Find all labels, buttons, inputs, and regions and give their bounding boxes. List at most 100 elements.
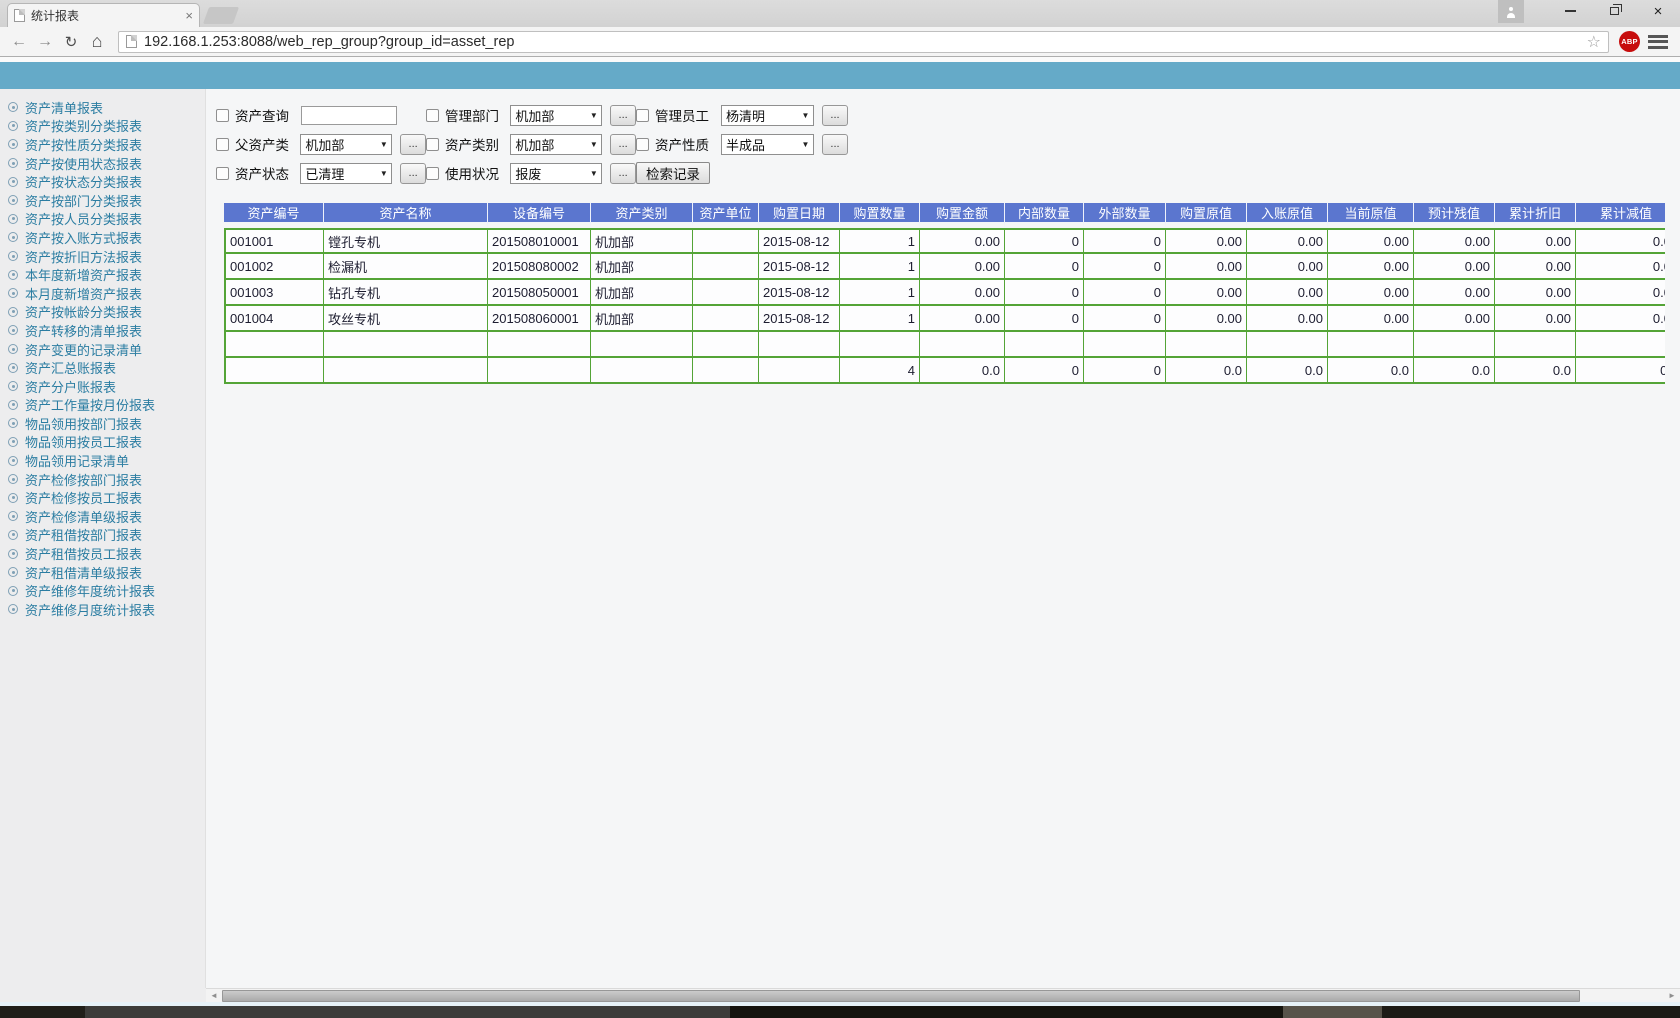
filter-checkbox[interactable] (216, 138, 229, 151)
more-button[interactable]: ... (822, 105, 848, 126)
table-cell: 001004 (224, 306, 324, 332)
table-row[interactable]: 001002检漏机201508080002机加部2015-08-1210.000… (224, 254, 1665, 280)
sidebar-item[interactable]: 资产按类别分类报表 (8, 117, 205, 136)
sidebar-item[interactable]: 资产汇总账报表 (8, 358, 205, 377)
horizontal-scrollbar[interactable]: ◄ ► (206, 988, 1680, 1002)
table-cell (1005, 332, 1084, 358)
browser-tab[interactable]: 统计报表 × (7, 3, 200, 27)
table-cell (1247, 332, 1328, 358)
sidebar-item[interactable]: 资产转移的清单报表 (8, 321, 205, 340)
more-button[interactable]: ... (610, 163, 636, 184)
sidebar-item[interactable]: 资产按入账方式报表 (8, 228, 205, 247)
sidebar-item[interactable]: 本月度新增资产报表 (8, 284, 205, 303)
column-header: 外部数量 (1084, 203, 1166, 228)
bookmark-star-icon[interactable]: ☆ (1587, 32, 1601, 52)
minimize-button[interactable] (1548, 0, 1592, 22)
scroll-right-arrow-icon[interactable]: ► (1664, 989, 1680, 1002)
tab-close-icon[interactable]: × (185, 9, 193, 22)
table-cell (693, 306, 759, 332)
sidebar-item[interactable]: 资产按帐龄分类报表 (8, 303, 205, 322)
filter-select[interactable]: 杨清明▼ (721, 105, 814, 126)
sidebar-item[interactable]: 资产工作量按月份报表 (8, 396, 205, 415)
asset-search-input[interactable] (301, 106, 397, 125)
table-cell: 0.00 (1247, 306, 1328, 332)
filter-select[interactable]: 机加部▼ (300, 134, 392, 155)
close-button[interactable]: × (1636, 0, 1680, 22)
sidebar-item[interactable]: 资产检修清单级报表 (8, 507, 205, 526)
restore-button[interactable] (1592, 0, 1636, 22)
scroll-left-arrow-icon[interactable]: ◄ (206, 989, 222, 1002)
sidebar-item[interactable]: 资产租借按员工报表 (8, 544, 205, 563)
table-row[interactable]: 001004攻丝专机201508060001机加部2015-08-1210.00… (224, 306, 1665, 332)
sidebar-item[interactable]: 资产清单报表 (8, 98, 205, 117)
column-header: 累计减值 (1576, 203, 1665, 228)
column-header: 购置金额 (920, 203, 1005, 228)
sidebar-item[interactable]: 物品领用按员工报表 (8, 433, 205, 452)
more-button[interactable]: ... (822, 134, 848, 155)
sidebar-item[interactable]: 资产按折旧方法报表 (8, 247, 205, 266)
sidebar-item[interactable]: 资产维修年度统计报表 (8, 581, 205, 600)
url-text[interactable]: 192.168.1.253:8088/web_rep_group?group_i… (144, 34, 1580, 50)
sidebar-item[interactable]: 资产变更的记录清单 (8, 340, 205, 359)
sidebar-item[interactable]: 物品领用记录清单 (8, 451, 205, 470)
filter-select-value: 半成品 (722, 135, 798, 154)
sidebar-item[interactable]: 资产按人员分类报表 (8, 210, 205, 229)
filter-select[interactable]: 已清理▼ (300, 163, 392, 184)
table-cell: 0.00 (1247, 228, 1328, 254)
more-button[interactable]: ... (400, 163, 426, 184)
table-cell: 0.0 (1576, 306, 1665, 332)
table-cell: 2015-08-12 (759, 254, 840, 280)
filter-checkbox[interactable] (216, 109, 229, 122)
search-records-button[interactable]: 检索记录 (636, 162, 710, 184)
browser-menu-icon[interactable] (1648, 35, 1668, 49)
filter-select[interactable]: 报废▼ (510, 163, 602, 184)
table-cell (324, 332, 488, 358)
sidebar-item[interactable]: 资产按部门分类报表 (8, 191, 205, 210)
sidebar-item[interactable]: 资产按性质分类报表 (8, 135, 205, 154)
sidebar-item[interactable]: 资产维修月度统计报表 (8, 600, 205, 619)
filter-checkbox[interactable] (426, 138, 439, 151)
sidebar-item[interactable]: 资产租借按部门报表 (8, 526, 205, 545)
filter-checkbox[interactable] (426, 109, 439, 122)
bullseye-icon (8, 567, 18, 577)
more-button[interactable]: ... (400, 134, 426, 155)
sidebar-item[interactable]: 资产分户账报表 (8, 377, 205, 396)
table-cell: 0 (1084, 280, 1166, 306)
table-row[interactable]: 001001镗孔专机201508010001机加部2015-08-1210.00… (224, 228, 1665, 254)
filter-checkbox[interactable] (216, 167, 229, 180)
table-cell (591, 358, 693, 384)
back-icon[interactable]: ← (8, 33, 30, 51)
sidebar-item[interactable]: 资产按使用状态报表 (8, 154, 205, 173)
sidebar-item[interactable]: 物品领用按部门报表 (8, 414, 205, 433)
bullseye-icon (8, 400, 18, 410)
filter-label: 资产性质 (655, 134, 713, 154)
bullseye-icon (8, 325, 18, 335)
table-cell: 0.00 (1328, 254, 1414, 280)
sidebar-item[interactable]: 资产按状态分类报表 (8, 172, 205, 191)
filter-select[interactable]: 机加部▼ (510, 105, 602, 126)
sidebar-item[interactable]: 资产检修按员工报表 (8, 488, 205, 507)
sidebar-item[interactable]: 资产检修按部门报表 (8, 470, 205, 489)
forward-icon[interactable]: → (34, 33, 56, 51)
chevron-down-icon: ▼ (798, 111, 813, 120)
more-button[interactable]: ... (610, 105, 636, 126)
filter-checkbox[interactable] (636, 138, 649, 151)
new-tab-button[interactable] (203, 7, 239, 24)
scrollbar-thumb[interactable] (222, 990, 1580, 1002)
table-row[interactable]: 001003钻孔专机201508050001机加部2015-08-1210.00… (224, 280, 1665, 306)
bullseye-icon (8, 177, 18, 187)
more-button[interactable]: ... (610, 134, 636, 155)
filter-checkbox[interactable] (636, 109, 649, 122)
url-bar[interactable]: 192.168.1.253:8088/web_rep_group?group_i… (118, 31, 1609, 53)
home-icon[interactable]: ⌂ (86, 31, 108, 52)
profile-icon[interactable] (1498, 0, 1524, 23)
adblock-icon[interactable]: ABP (1619, 31, 1640, 52)
sidebar: 资产清单报表资产按类别分类报表资产按性质分类报表资产按使用状态报表资产按状态分类… (0, 89, 206, 988)
filter-checkbox[interactable] (426, 167, 439, 180)
filter-select[interactable]: 半成品▼ (721, 134, 814, 155)
refresh-icon[interactable]: ↻ (60, 33, 82, 51)
sidebar-item[interactable]: 本年度新增资产报表 (8, 265, 205, 284)
table-cell: 001003 (224, 280, 324, 306)
filter-select[interactable]: 机加部▼ (510, 134, 602, 155)
sidebar-item[interactable]: 资产租借清单级报表 (8, 563, 205, 582)
